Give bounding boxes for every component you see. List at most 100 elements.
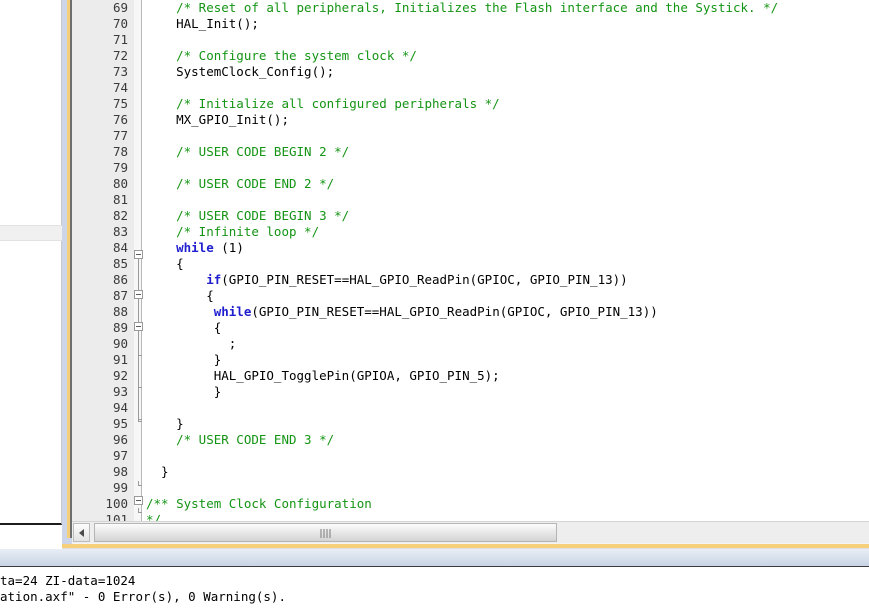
code-text: } <box>146 384 222 400</box>
code-token-plain: ; <box>146 336 237 351</box>
line-number: 88 <box>112 304 128 319</box>
fold-collapse-box[interactable] <box>134 250 143 259</box>
code-line[interactable]: 76 MX_GPIO_Init(); <box>72 112 869 128</box>
line-number: 82 <box>112 208 128 223</box>
code-token-plain: MX_GPIO_Init(); <box>146 112 289 127</box>
code-line[interactable]: 77 <box>72 128 869 144</box>
code-line[interactable]: 97 <box>72 448 869 464</box>
code-text: } <box>146 464 169 480</box>
code-token-plain: HAL_Init(); <box>146 16 259 31</box>
grip-icon <box>320 529 331 538</box>
code-token-comment: /* USER CODE END 2 */ <box>146 176 335 191</box>
build-output-panel[interactable]: ta=24 ZI-data=1024 ation.axf" - 0 Error(… <box>0 567 869 609</box>
line-number: 92 <box>112 368 128 383</box>
line-number: 86 <box>112 272 128 287</box>
source-editor-window: 69 /* Reset of all peripherals, Initiali… <box>62 0 869 549</box>
code-text: /* USER CODE BEGIN 3 */ <box>146 208 349 224</box>
line-number: 74 <box>112 80 128 95</box>
ide-window: 69 /* Reset of all peripherals, Initiali… <box>0 0 869 609</box>
line-number: 70 <box>112 16 128 31</box>
code-line[interactable]: 101 */ <box>72 512 869 521</box>
code-line[interactable]: 78 /* USER CODE BEGIN 2 */ <box>72 144 869 160</box>
code-text: /* Configure the system clock */ <box>146 48 417 64</box>
code-text: while(GPIO_PIN_RESET==HAL_GPIO_ReadPin(G… <box>146 304 658 320</box>
code-line[interactable]: 88 while(GPIO_PIN_RESET==HAL_GPIO_ReadPi… <box>72 304 869 320</box>
arrow-left-icon <box>79 529 84 537</box>
line-number: 75 <box>112 96 128 111</box>
code-line[interactable]: 99 <box>72 480 869 496</box>
code-line[interactable]: 96 /* USER CODE END 3 */ <box>72 432 869 448</box>
code-line[interactable]: 94 <box>72 400 869 416</box>
code-line[interactable]: 93 } <box>72 384 869 400</box>
code-token-comment: /* Initialize all configured peripherals… <box>146 96 500 111</box>
code-text: /* Reset of all peripherals, Initializes… <box>146 0 778 16</box>
code-line[interactable]: 70 HAL_Init(); <box>72 16 869 32</box>
code-line[interactable]: 82 /* USER CODE BEGIN 3 */ <box>72 208 869 224</box>
code-token-plain: } <box>146 384 222 399</box>
code-line[interactable]: 71 <box>72 32 869 48</box>
line-number: 79 <box>112 160 128 175</box>
code-line[interactable]: 80 /* USER CODE END 2 */ <box>72 176 869 192</box>
code-token-kw: while <box>213 304 252 319</box>
code-token-plain: (1) <box>213 240 244 255</box>
code-line[interactable]: 73 SystemClock_Config(); <box>72 64 869 80</box>
horizontal-scrollbar[interactable] <box>72 521 869 543</box>
code-line[interactable]: 81 <box>72 192 869 208</box>
code-lines[interactable]: 69 /* Reset of all peripherals, Initiali… <box>72 0 869 521</box>
code-line[interactable]: 89 { <box>72 320 869 336</box>
code-line[interactable]: 90 ; <box>72 336 869 352</box>
code-token-comment: /* USER CODE BEGIN 3 */ <box>146 208 350 223</box>
fold-tick <box>138 387 142 388</box>
line-number: 90 <box>112 336 128 351</box>
code-token-plain: } <box>146 352 222 367</box>
code-line[interactable]: 98 } <box>72 464 869 480</box>
code-line[interactable]: 91 } <box>72 352 869 368</box>
code-line[interactable]: 83 /* Infinite loop */ <box>72 224 869 240</box>
code-text: /** System Clock Configuration <box>146 496 372 512</box>
code-text: /* USER CODE END 2 */ <box>146 176 334 192</box>
code-token-kw: if <box>206 272 222 287</box>
code-line[interactable]: 84 while (1) <box>72 240 869 256</box>
line-number: 101 <box>105 512 128 521</box>
line-number: 97 <box>112 448 128 463</box>
line-number: 76 <box>112 112 128 127</box>
fold-collapse-box[interactable] <box>134 322 143 331</box>
fold-collapse-box[interactable] <box>134 496 143 505</box>
code-line[interactable]: 75 /* Initialize all configured peripher… <box>72 96 869 112</box>
code-line[interactable]: 74 <box>72 80 869 96</box>
code-token-kw: while <box>176 240 214 255</box>
code-line[interactable]: 85 { <box>72 256 869 272</box>
left-dock-row[interactable] <box>0 225 62 241</box>
scroll-thumb[interactable] <box>94 523 557 542</box>
line-number: 96 <box>112 432 128 447</box>
code-line[interactable]: 86 if(GPIO_PIN_RESET==HAL_GPIO_ReadPin(G… <box>72 272 869 288</box>
code-text: /* USER CODE END 3 */ <box>146 432 334 448</box>
scroll-left-button[interactable] <box>73 523 90 542</box>
left-dock-panel[interactable] <box>0 0 62 525</box>
code-text: */ <box>146 512 161 521</box>
code-line[interactable]: 95 } <box>72 416 869 432</box>
code-line[interactable]: 100 /** System Clock Configuration <box>72 496 869 512</box>
code-text: { <box>146 288 214 304</box>
code-text: ; <box>146 336 237 352</box>
code-token-comment: /* USER CODE BEGIN 2 */ <box>146 144 350 159</box>
line-number: 87 <box>112 288 128 303</box>
code-client-area[interactable]: 69 /* Reset of all peripherals, Initiali… <box>72 0 869 521</box>
panel-splitter[interactable] <box>0 549 869 567</box>
code-line[interactable]: 87 { <box>72 288 869 304</box>
line-number: 85 <box>112 256 128 271</box>
code-token-plain: { <box>146 320 222 335</box>
code-token-comment: /** System Clock Configuration <box>146 496 372 511</box>
code-line[interactable]: 69 /* Reset of all peripherals, Initiali… <box>72 0 869 16</box>
line-number: 77 <box>112 128 128 143</box>
fold-collapse-box[interactable] <box>134 290 143 299</box>
code-line[interactable]: 92 HAL_GPIO_TogglePin(GPIOA, GPIO_PIN_5)… <box>72 368 869 384</box>
code-line[interactable]: 72 /* Configure the system clock */ <box>72 48 869 64</box>
line-number: 98 <box>112 464 128 479</box>
line-number: 73 <box>112 64 128 79</box>
code-text: { <box>146 256 184 272</box>
code-line[interactable]: 79 <box>72 160 869 176</box>
line-number: 93 <box>112 384 128 399</box>
